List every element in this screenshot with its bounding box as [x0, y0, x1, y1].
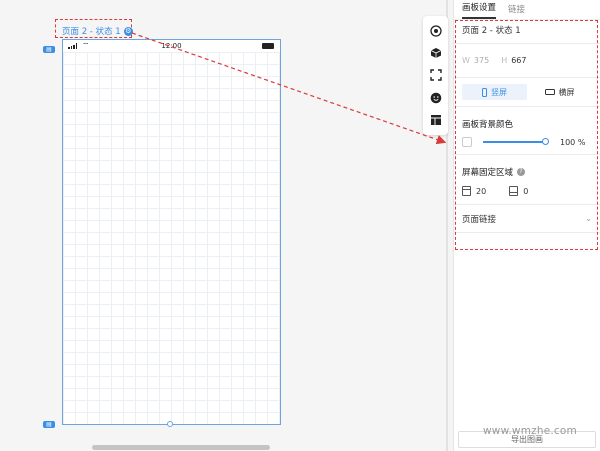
bg-color-swatch[interactable] — [462, 137, 472, 147]
orientation-section: 竖屏 横屏 — [454, 78, 600, 107]
horizontal-scrollbar[interactable] — [92, 445, 270, 450]
tab-artboard-settings[interactable]: 画板设置 — [462, 1, 497, 19]
tool-strip — [423, 16, 448, 135]
fixed-top-value[interactable]: 20 — [476, 187, 486, 196]
fixed-top-icon — [462, 186, 471, 196]
status-clock: 12:00 — [161, 42, 182, 50]
help-icon[interactable]: ? — [517, 168, 526, 176]
tab-links[interactable]: 链接 — [508, 3, 525, 19]
page-link-label: 页面链接 — [462, 214, 497, 225]
gear-icon[interactable]: ⚙ — [123, 26, 133, 36]
bg-opacity-number: 100 — [560, 137, 576, 147]
dimensions-section: W 375 H 667 — [454, 44, 600, 78]
page-link-row[interactable]: 页面链接 ⌄ — [462, 205, 592, 232]
bg-color-title: 画板背景颜色 — [462, 120, 514, 130]
page-name-section: 页面 2 - 状态 1 — [454, 20, 600, 44]
wifi-icon: ⌔ — [82, 41, 90, 50]
top-edge-tag[interactable]: ▤ — [43, 46, 55, 53]
width-value: 375 — [473, 56, 490, 65]
phone-artboard[interactable]: ⌔ 12:00 — [62, 39, 281, 427]
fixed-area-title-row: 屏幕固定区域 ? — [462, 155, 592, 178]
panel-tabs: 画板设置 链接 — [454, 0, 600, 20]
bg-opacity-unit: % — [577, 137, 586, 147]
frame-label-text: 页面 2 - 状态 1 — [62, 27, 121, 37]
fixed-area-title: 屏幕固定区域 — [462, 168, 514, 178]
portrait-button[interactable]: 竖屏 — [462, 84, 527, 100]
fixed-bottom-icon — [509, 186, 519, 196]
target-icon[interactable] — [429, 25, 442, 38]
watermark: www.wmzhe.com — [483, 425, 577, 437]
portrait-icon — [482, 87, 487, 97]
landscape-button[interactable]: 横屏 — [527, 84, 592, 100]
layout-icon[interactable] — [429, 113, 442, 126]
chevron-down-icon: ⌄ — [585, 214, 592, 223]
cube-icon[interactable] — [429, 47, 442, 60]
height-field[interactable]: H 667 — [501, 56, 526, 65]
inspector-panel: 画板设置 链接 页面 2 - 状态 1 W 375 H 667 竖屏 横屏 画板背景… — [453, 0, 600, 451]
design-canvas[interactable]: 页面 2 - 状态 1 ⚙ ▤ ▤ ⌔ 12:00 — [0, 0, 448, 451]
resize-handle[interactable] — [167, 421, 173, 427]
bg-opacity-slider[interactable] — [483, 138, 549, 145]
fixed-bottom-value[interactable]: 0 — [523, 187, 528, 196]
slider-handle[interactable] — [542, 138, 549, 145]
height-label: H — [501, 56, 508, 65]
battery-icon — [262, 43, 274, 49]
bg-opacity-value[interactable]: 100 % — [560, 138, 585, 147]
signal-icon — [68, 43, 77, 49]
landscape-icon — [544, 89, 555, 95]
width-label: W — [462, 56, 470, 65]
landscape-label: 横屏 — [558, 87, 575, 97]
smile-icon[interactable] — [429, 91, 442, 104]
background-section: 画板背景颜色 100 % — [454, 107, 600, 155]
page-link-section: 页面链接 ⌄ — [454, 205, 600, 233]
portrait-label: 竖屏 — [491, 87, 507, 97]
frame-label[interactable]: 页面 2 - 状态 1 ⚙ — [62, 25, 133, 37]
crop-icon[interactable] — [429, 69, 442, 82]
bottom-edge-tag[interactable]: ▤ — [43, 421, 55, 428]
height-value: 667 — [511, 56, 527, 65]
width-field[interactable]: W 375 — [462, 56, 489, 65]
fixed-area-section: 屏幕固定区域 ? 20 0 — [454, 155, 600, 205]
page-name[interactable]: 页面 2 - 状态 1 — [462, 20, 592, 43]
status-bar: ⌔ 12:00 — [63, 40, 280, 52]
